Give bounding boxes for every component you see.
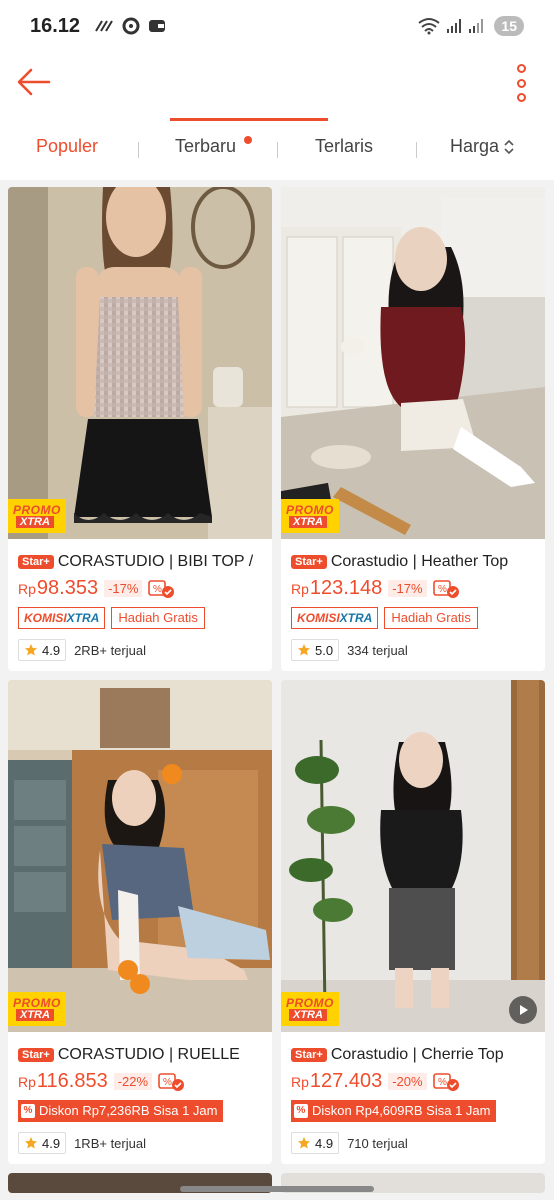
hadiah-gratis-tag: Hadiah Gratis — [111, 607, 205, 629]
komisi-xtra-tag: KOMISIXTRA — [291, 607, 379, 629]
product-card[interactable]: PROMO XTRA Star+ CORASTUDIO | BIBI TOP /… — [8, 187, 272, 671]
sold-count: 2RB+ terjual — [74, 642, 146, 658]
star-plus-badge: Star+ — [18, 555, 54, 569]
star-plus-badge: Star+ — [291, 1048, 327, 1062]
promo-xtra-badge: PROMO XTRA — [281, 499, 339, 533]
discount-badge: -17% — [388, 580, 427, 597]
discount-percent-icon: % — [21, 1104, 35, 1118]
star-icon — [298, 1137, 310, 1149]
diskon-tag: % Diskon Rp7,236RB Sisa 1 Jam — [18, 1100, 224, 1122]
app-ring-icon — [122, 17, 140, 35]
product-price: 116.853 — [36, 1070, 108, 1092]
more-dot-icon — [516, 64, 526, 73]
svg-text:%: % — [153, 584, 162, 595]
coin-voucher-icon: % — [432, 1072, 461, 1092]
sort-updown-icon — [504, 139, 514, 154]
sort-tab-terbaru[interactable]: Terbaru — [175, 136, 236, 157]
signal-icon-2 — [469, 19, 484, 33]
divider — [416, 142, 417, 158]
sort-bar: Populer Terbaru Terlaris Harga — [0, 116, 554, 180]
product-price: 123.148 — [309, 577, 383, 599]
more-options-button[interactable] — [506, 60, 536, 106]
product-card[interactable]: PROMO XTRA Star+ CORASTUDIO | RUELLE Rp … — [8, 680, 272, 1164]
sort-tab-populer[interactable]: Populer — [36, 136, 98, 157]
sort-tab-harga[interactable]: Harga — [450, 136, 515, 157]
product-title: CORASTUDIO | RUELLE — [57, 1046, 240, 1063]
discount-badge: -20% — [388, 1073, 427, 1090]
svg-text:%: % — [438, 584, 447, 595]
diskon-tag: % Diskon Rp4,609RB Sisa 1 Jam — [291, 1100, 497, 1122]
signal-icon — [447, 19, 462, 33]
top-app-bar — [0, 52, 554, 116]
discount-badge: -17% — [104, 580, 143, 597]
status-time: 16.12 — [30, 14, 81, 37]
product-card[interactable]: PROMO XTRA Star+ Corastudio | Cherrie To… — [281, 680, 545, 1164]
star-plus-badge: Star+ — [291, 555, 327, 569]
star-icon — [298, 644, 310, 656]
currency: Rp — [18, 581, 36, 597]
star-icon — [25, 1137, 37, 1149]
product-price: 127.403 — [309, 1070, 383, 1092]
rating-box: 4.9 — [18, 639, 67, 661]
promo-xtra-badge: PROMO XTRA — [281, 992, 339, 1026]
product-title: Corastudio | Heather Top — [330, 553, 509, 570]
currency: Rp — [18, 1074, 36, 1090]
star-plus-badge: Star+ — [18, 1048, 54, 1062]
product-image: PROMO XTRA — [8, 187, 272, 539]
more-dot-icon — [516, 93, 526, 102]
rating-value: 4.9 — [42, 642, 61, 658]
rating-box: 4.9 — [291, 1132, 340, 1154]
status-bar: 16.12 15 — [0, 0, 554, 52]
gesture-nav-handle[interactable] — [180, 1186, 374, 1192]
coin-voucher-icon: % — [158, 1072, 186, 1092]
rating-value: 5.0 — [315, 642, 334, 658]
divider — [138, 142, 139, 158]
product-image: PROMO XTRA — [281, 680, 545, 1032]
product-image: PROMO XTRA — [281, 187, 545, 539]
coin-voucher-icon: % — [148, 579, 176, 599]
slash-pattern-icon — [95, 20, 113, 32]
product-title: CORASTUDIO | BIBI TOP / — [57, 553, 254, 570]
rating-box: 4.9 — [18, 1132, 67, 1154]
sold-count: 710 terjual — [347, 1135, 408, 1151]
new-indicator-dot — [244, 136, 252, 144]
play-icon — [520, 1005, 528, 1015]
currency: Rp — [291, 581, 309, 597]
komisi-xtra-tag: KOMISIXTRA — [18, 607, 106, 629]
currency: Rp — [291, 1074, 309, 1090]
more-dot-icon — [516, 78, 526, 88]
back-button[interactable] — [14, 62, 54, 102]
wifi-icon — [418, 18, 441, 35]
product-price: 98.353 — [36, 577, 99, 599]
battery-level: 15 — [494, 16, 524, 36]
product-title: Corastudio | Cherrie Top — [330, 1046, 504, 1063]
svg-text:%: % — [163, 1077, 172, 1088]
rating-value: 4.9 — [42, 1135, 61, 1151]
rating-box: 5.0 — [291, 639, 340, 661]
discount-percent-icon: % — [294, 1104, 308, 1118]
product-card[interactable]: PROMO XTRA Star+ Corastudio | Heather To… — [281, 187, 545, 671]
promo-xtra-badge: PROMO XTRA — [8, 499, 66, 533]
sold-count: 1RB+ terjual — [74, 1135, 146, 1151]
sort-active-indicator — [170, 118, 328, 121]
coin-voucher-icon: % — [432, 579, 461, 599]
video-play-button[interactable] — [509, 996, 537, 1024]
sort-tab-terlaris[interactable]: Terlaris — [315, 136, 373, 157]
star-icon — [25, 644, 37, 656]
sort-tab-harga-label: Harga — [450, 136, 500, 156]
discount-badge: -22% — [113, 1073, 153, 1090]
product-image: PROMO XTRA — [8, 680, 272, 1032]
wallet-icon — [149, 20, 166, 32]
svg-text:%: % — [438, 1077, 447, 1088]
hadiah-gratis-tag: Hadiah Gratis — [384, 607, 478, 629]
promo-xtra-badge: PROMO XTRA — [8, 992, 66, 1026]
arrow-left-icon — [17, 68, 51, 96]
sold-count: 334 terjual — [347, 642, 408, 658]
divider — [277, 142, 278, 158]
rating-value: 4.9 — [315, 1135, 334, 1151]
